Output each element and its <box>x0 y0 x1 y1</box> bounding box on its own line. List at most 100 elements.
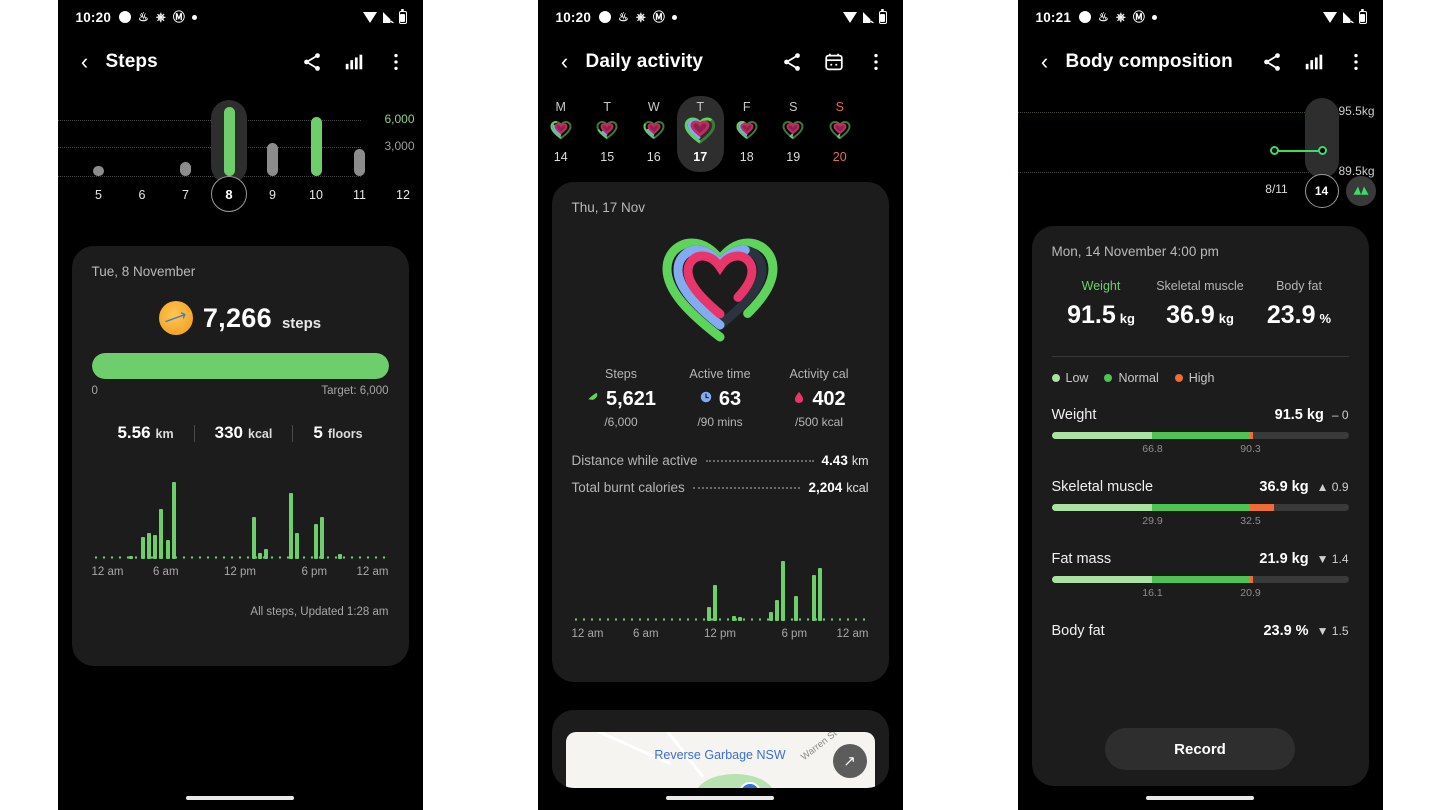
overflow-menu-icon[interactable] <box>385 51 407 73</box>
screenshot-stage: 10:20 ♨ ⎈ Ⓜ ‹ Steps <box>0 0 1440 810</box>
body-metric-row[interactable]: Body fat 23.9 % ▼ 1.5 <box>1052 623 1349 639</box>
hourly-x-label: 6 pm <box>781 628 808 640</box>
back-button[interactable]: ‹ <box>1030 47 1060 77</box>
day-strip-item[interactable]: T 17 <box>677 96 724 172</box>
alarm-icon: ♨ <box>1098 10 1109 24</box>
hourly-x-label: 6 am <box>152 566 179 578</box>
summary-row: Weight 91.5 kg Skeletal muscle 36.9 kg B… <box>1052 279 1349 330</box>
record-button[interactable]: Record <box>1105 728 1295 770</box>
metric-value: 36.9 kg <box>1259 479 1309 495</box>
range-tick: 29.9 <box>1142 515 1163 527</box>
share-icon[interactable] <box>781 51 803 73</box>
day-strip-item[interactable]: S 19 <box>770 96 817 172</box>
steps-chart-x-label: 6 <box>138 188 146 202</box>
back-button[interactable]: ‹ <box>70 47 100 77</box>
mini-heart-rings-icon <box>817 116 864 144</box>
progress-target-label: Target: 6,000 <box>321 385 389 397</box>
app-bar: ‹ Steps <box>58 34 423 90</box>
day-of-week-label: S <box>835 100 844 114</box>
range-tick: 32.5 <box>1240 515 1261 527</box>
day-of-week-label: F <box>742 100 751 114</box>
daily-activity-card: Thu, 17 Nov Steps 5,621 /6,000 Active ti… <box>551 182 889 682</box>
day-strip-item[interactable]: M 14 <box>538 96 585 172</box>
calendar-icon[interactable] <box>823 51 845 73</box>
metric-activity-cal-sub: /500 kcal <box>794 415 844 429</box>
range-tick: 90.3 <box>1240 443 1261 455</box>
range-tick: 16.1 <box>1142 587 1163 599</box>
row-distance-while-active: Distance while active 4.43 km <box>572 453 869 468</box>
range-high <box>1250 576 1254 583</box>
steps-chart-x-label: 11 <box>353 188 366 202</box>
scale-icon[interactable] <box>1345 176 1376 206</box>
day-number-label: 15 <box>600 150 615 164</box>
stat-calories-unit: kcal <box>248 427 273 441</box>
steps-weekly-chart[interactable]: 6,000 3,000 8 56789101112 <box>57 92 423 232</box>
mini-heart-rings-icon <box>724 116 771 144</box>
page-title: Steps <box>105 51 158 72</box>
metric-active-time-sub: /90 mins <box>697 415 743 429</box>
day-strip-item[interactable]: W 16 <box>631 96 678 172</box>
map-poi-label: Reverse Garbage NSW <box>654 748 786 762</box>
metric-delta: ▼ 1.4 <box>1316 552 1349 566</box>
day-strip-item[interactable]: S 20 <box>817 96 864 172</box>
gridline-upper <box>1017 112 1321 113</box>
navigate-icon[interactable]: ↗ <box>832 744 867 778</box>
steps-bar[interactable] <box>93 166 104 176</box>
gridline-label-3000: 3,000 <box>384 139 415 153</box>
page-title: Daily activity <box>585 51 704 72</box>
legend-item: High <box>1174 371 1214 385</box>
share-icon[interactable] <box>1261 51 1283 73</box>
shoe-icon <box>586 390 600 409</box>
mini-heart-rings-icon <box>538 116 585 144</box>
metric-range-bar <box>1051 504 1349 511</box>
back-button[interactable]: ‹ <box>550 47 580 77</box>
selected-point-pill <box>1304 98 1339 178</box>
mini-heart-rings-icon <box>584 116 631 144</box>
hourly-bar <box>313 523 318 559</box>
bar-chart-icon[interactable] <box>343 51 365 73</box>
shoe-badge-icon: ⟶ <box>155 298 196 338</box>
steps-bar[interactable] <box>223 106 235 176</box>
steps-progress: 0 Target: 6,000 <box>91 353 389 397</box>
selected-point-marker[interactable]: 14 <box>1304 174 1339 208</box>
row-calories-value: 2,204 <box>808 480 843 495</box>
weather-icon: ⎈ <box>1116 10 1126 24</box>
row-total-burnt-calories: Total burnt calories 2,204 kcal <box>572 480 869 495</box>
steps-bar[interactable] <box>310 117 322 176</box>
metric-activity-cal: Activity cal 402 /500 kcal <box>770 367 869 429</box>
steps-detail-card: Tue, 8 November ⟶ 7,266 steps 0 Target: … <box>71 246 409 666</box>
body-metric-row[interactable]: Skeletal muscle 36.9 kg ▲ 0.9 29.9 32.5 <box>1051 479 1349 529</box>
steps-bar[interactable] <box>354 149 365 176</box>
gridline-label-6000: 6,000 <box>384 112 415 126</box>
body-metric-row[interactable]: Weight 91.5 kg – 0 66.8 90.3 <box>1051 407 1349 457</box>
share-icon[interactable] <box>301 51 323 73</box>
metric-steps-sub: /6,000 <box>604 415 638 429</box>
weight-trend-chart[interactable]: 95.5kg 89.5kg 8/11 14 <box>1017 94 1383 214</box>
hourly-x-axis: 12 am 6 am 12 pm 6 pm 12 am <box>572 628 869 646</box>
map-image[interactable]: Reverse Garbage NSW Warren St ↗ <box>565 732 875 788</box>
steps-bar[interactable] <box>267 142 278 176</box>
summary-weight-unit: kg <box>1119 311 1135 326</box>
day-strip-item[interactable]: T 15 <box>584 96 631 172</box>
range-low <box>1051 432 1153 439</box>
steps-bar[interactable] <box>180 162 191 176</box>
alarm-icon: ♨ <box>618 10 629 24</box>
stat-distance-value: 5.56 <box>117 423 151 442</box>
mini-heart-rings-icon <box>677 116 724 144</box>
status-time: 10:20 <box>555 9 592 25</box>
body-metric-row[interactable]: Fat mass 21.9 kg ▼ 1.4 16.1 20.9 <box>1051 551 1349 601</box>
hourly-bar <box>319 517 324 559</box>
overflow-menu-icon[interactable] <box>1345 51 1367 73</box>
row-distance-unit: km <box>851 454 869 468</box>
day-strip-item[interactable]: F 18 <box>724 96 771 172</box>
map-preview-card[interactable]: Reverse Garbage NSW Warren St ↗ <box>551 710 889 788</box>
day-strip[interactable]: M 14 T 15 W 16 T 17 F 18 S 19 S 20 <box>538 90 903 174</box>
bar-chart-icon[interactable] <box>1303 51 1325 73</box>
overflow-menu-icon[interactable] <box>865 51 887 73</box>
legend-dot <box>1104 374 1113 382</box>
steps-total-value: 7,266 <box>202 302 272 333</box>
hourly-x-label: 12 am <box>571 628 604 640</box>
battery-icon <box>1358 8 1367 24</box>
mini-heart-rings-icon <box>631 116 678 144</box>
range-low <box>1051 504 1153 511</box>
